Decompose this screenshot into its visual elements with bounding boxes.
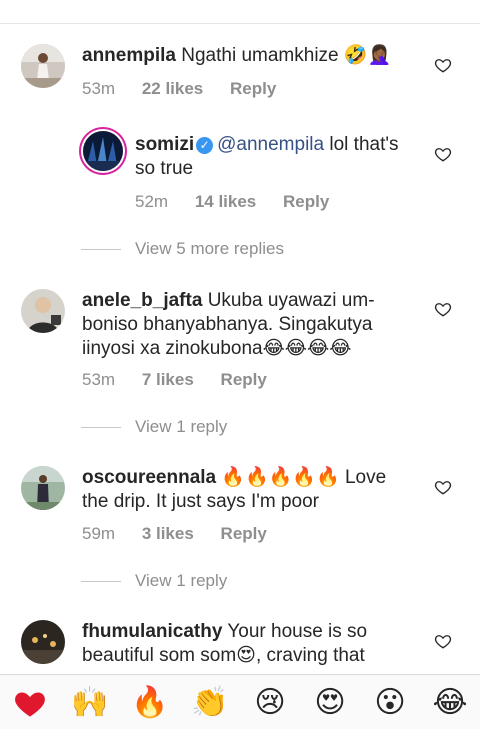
comment-meta: 59m 3 likes Reply (82, 524, 289, 544)
view-replies-label: View 5 more replies (135, 239, 284, 258)
fire-icon[interactable]: 🔥 (130, 683, 170, 723)
top-divider (0, 23, 480, 24)
comment-text: anele_b_jafta Ukuba uyawazi um- boniso b… (82, 289, 412, 361)
view-more-replies-button[interactable]: View 5 more replies (81, 239, 284, 259)
avatar[interactable] (21, 44, 65, 88)
likes-count[interactable]: 22 likes (142, 79, 203, 98)
view-replies-button[interactable]: View 1 reply (81, 571, 227, 591)
comment-meta: 53m 7 likes Reply (82, 370, 289, 390)
tears-of-joy-icon[interactable]: 😂 (430, 683, 470, 723)
comment-time: 53m (82, 370, 116, 389)
likes-count[interactable]: 14 likes (195, 192, 256, 211)
username[interactable]: fhumulanicathy (82, 621, 222, 642)
divider (81, 427, 121, 429)
heart-outline-icon[interactable] (434, 632, 452, 650)
view-replies-button[interactable]: View 1 reply (81, 417, 227, 437)
crying-face-icon[interactable]: 😢 (250, 683, 290, 723)
avatar[interactable] (21, 289, 65, 333)
astonished-face-icon[interactable]: 😮 (370, 683, 410, 723)
username[interactable]: somizi (135, 134, 194, 155)
divider (81, 581, 121, 583)
username[interactable]: oscoureennala (82, 467, 216, 488)
comment-meta: 52m 14 likes Reply (135, 192, 351, 212)
heart-outline-icon[interactable] (434, 56, 452, 74)
comment-text: annempila Ngathi umamkhize 🤣🤦🏾‍♀️ (82, 44, 422, 68)
username[interactable]: annempila (82, 45, 176, 66)
comment-time: 59m (82, 524, 116, 543)
avatar[interactable] (21, 620, 65, 664)
avatar[interactable] (83, 131, 123, 171)
heart-outline-icon[interactable] (434, 300, 452, 318)
reply-button[interactable]: Reply (283, 192, 329, 211)
comment-meta: 53m 22 likes Reply (82, 79, 298, 99)
comment-body: Ngathi umamkhize 🤣🤦🏾‍♀️ (181, 45, 392, 66)
avatar[interactable] (21, 466, 65, 510)
raising-hands-icon[interactable]: 🙌 (70, 683, 110, 723)
comment-text: somizi ✓ @annempila lol that's so true (135, 133, 405, 181)
reply-button[interactable]: Reply (221, 524, 267, 543)
view-replies-label: View 1 reply (135, 417, 228, 436)
verified-badge-icon: ✓ (196, 137, 214, 154)
heart-eyes-icon[interactable]: 😍 (310, 683, 350, 723)
red-heart-icon[interactable] (12, 685, 48, 721)
heart-outline-icon[interactable] (434, 478, 452, 496)
username[interactable]: anele_b_jafta (82, 290, 202, 311)
mention-link[interactable]: @annempila (217, 134, 324, 155)
reply-button[interactable]: Reply (221, 370, 267, 389)
view-replies-label: View 1 reply (135, 571, 228, 590)
emoji-quick-reaction-bar: 🙌 🔥 👏 😢 😍 😮 😂 (0, 674, 480, 729)
divider (81, 249, 121, 251)
comment-text: fhumulanicathy Your house is so beautifu… (82, 620, 412, 670)
clapping-hands-icon[interactable]: 👏 (190, 683, 230, 723)
likes-count[interactable]: 7 likes (142, 370, 194, 389)
comment-text: oscoureennala 🔥🔥🔥🔥🔥 Love the drip. It ju… (82, 466, 412, 514)
heart-outline-icon[interactable] (434, 145, 452, 163)
comment-time: 53m (82, 79, 116, 98)
comment-time: 52m (135, 192, 169, 211)
likes-count[interactable]: 3 likes (142, 524, 194, 543)
reply-button[interactable]: Reply (230, 79, 276, 98)
